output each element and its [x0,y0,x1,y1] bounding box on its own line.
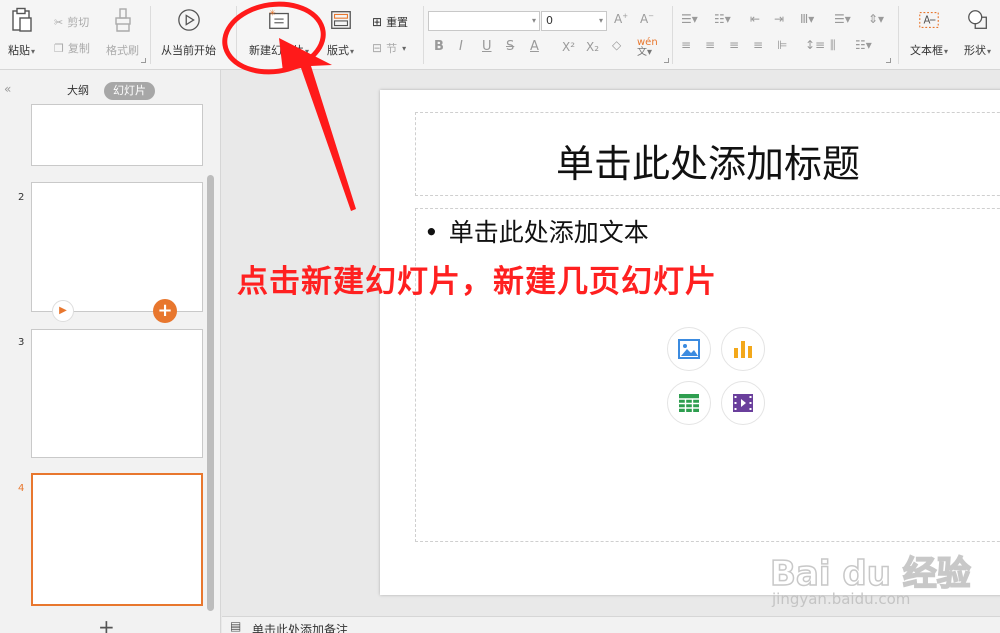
phonetic-icon[interactable]: wén 文▾ [637,38,658,58]
watermark-url: jingyan.baidu.com [772,590,911,608]
insert-video-button[interactable] [721,381,765,425]
video-icon [733,394,753,412]
shape-button[interactable]: 形状▾ [964,6,991,58]
chevron-down-icon: ▾ [402,43,407,53]
chevron-down-icon: ▾ [987,47,992,56]
notes-placeholder: 单击此处添加备注 [252,623,349,633]
section-icon: ⊟ [372,41,383,55]
paragraph-spacing-icon[interactable]: ↕≡ [805,38,825,52]
layout-icon [329,6,353,34]
insert-table-button[interactable] [667,381,711,425]
chevron-down-icon: ▾ [350,47,355,56]
dialog-launcher-icon[interactable] [886,58,891,63]
notes-bar[interactable]: ▤ 单击此处添加备注 [222,616,1000,633]
font-grow-icon[interactable]: A+ [614,12,628,26]
insert-chart-button[interactable] [721,327,765,371]
copy-button[interactable]: ❐ 复制 [54,40,90,56]
add-slide-icon[interactable]: + [153,299,177,323]
svg-text:A: A [923,16,930,27]
font-color-icon[interactable]: A [530,39,539,54]
font-shrink-icon[interactable]: A− [640,12,654,26]
section-button[interactable]: ⊟ 节 ▾ [372,40,406,56]
reset-button[interactable]: ⊞ 重置 [372,14,408,30]
dialog-launcher-icon[interactable] [664,58,669,63]
align-left-icon[interactable]: ≡ [681,38,691,52]
align-center-icon[interactable]: ≡ [705,38,715,52]
subscript-icon[interactable]: X₂ [586,40,599,54]
smart-art-icon[interactable]: ☷▾ [855,38,872,52]
slide-panel: « 大纲 幻灯片 2 ▶ + 3 4 + [0,70,221,633]
start-from-current-button[interactable]: 从当前开始 [161,6,216,58]
chevron-down-icon: ▾ [944,47,949,56]
text-box-icon: A [917,6,941,34]
bullet-list-icon[interactable]: ☰▾ [681,12,698,26]
tab-slides[interactable]: 幻灯片 [104,82,155,100]
slide-thumbnail-1[interactable] [31,104,203,166]
collapse-panel-icon[interactable]: « [4,82,11,96]
ribbon-toolbar: 粘贴▾ ✂ 剪切 ❐ 复制 格式刷 从当前开始 ✳ 新建幻灯片▾ 版式▾ ⊞ 重… [0,0,1000,70]
text-box-button[interactable]: A 文本框▾ [910,6,948,58]
bullet-icon: • [424,218,439,247]
watermark-logo: Bai du 经验 [769,553,971,595]
slide-canvas: 单击此处添加标题 • 单击此处添加文本 [380,90,1000,595]
font-family-select[interactable]: ▾ [428,11,540,31]
copy-icon: ❐ [54,41,64,55]
clipboard-icon [10,6,34,34]
format-painter-button[interactable]: 格式刷 [106,6,139,58]
separator [150,6,151,64]
play-slide-icon[interactable]: ▶ [52,300,74,322]
numbered-list-icon[interactable]: ☷▾ [714,12,731,26]
line-spacing-icon[interactable]: ☰▾ [834,12,851,26]
shape-icon [966,6,990,34]
annotation-text: 点击新建幻灯片，新建几页幻灯片 [237,264,717,300]
italic-icon[interactable]: I [459,39,463,54]
separator [672,6,673,64]
decrease-indent-icon[interactable]: ⇤ [750,12,760,26]
eraser-icon[interactable]: ◇ [612,38,621,52]
layout-button[interactable]: 版式▾ [327,6,354,58]
slide-thumbnail-2[interactable] [31,182,203,312]
text-direction-icon[interactable]: Ⅲ▾ [800,12,814,26]
notes-icon: ▤ [230,619,242,633]
paste-button[interactable]: 粘贴▾ [8,6,35,58]
bold-icon[interactable]: B [434,39,444,54]
distributed-icon[interactable]: ⊫ [777,38,787,52]
cut-button[interactable]: ✂ 剪切 [54,14,89,30]
superscript-icon[interactable]: X² [562,40,575,54]
reset-icon: ⊞ [372,15,383,29]
table-icon [679,394,699,412]
underline-icon[interactable]: U [482,39,492,54]
slide-thumbnail-3[interactable] [31,329,203,458]
justify-icon[interactable]: ≡ [753,38,763,52]
title-placeholder-text: 单击此处添加标题 [556,142,861,186]
slide-number: 4 [18,483,25,494]
separator [423,6,424,64]
tab-outline[interactable]: 大纲 [58,82,98,100]
add-slide-button[interactable]: + [98,615,115,633]
play-circle-icon [177,6,201,34]
separator [898,6,899,64]
insert-picture-button[interactable] [667,327,711,371]
align-right-icon[interactable]: ≡ [729,38,739,52]
title-placeholder[interactable]: 单击此处添加标题 [415,112,1000,196]
align-text-icon[interactable]: ⇕▾ [868,12,884,26]
picture-icon [678,339,700,359]
strikethrough-icon[interactable]: S [506,39,514,54]
baidu-watermark: Bai du 经验 jingyan.baidu.com [769,538,995,618]
font-size-select[interactable]: 0 ▾ [541,11,607,31]
slide-number: 2 [18,192,25,203]
dialog-launcher-icon[interactable] [141,58,146,63]
bar-chart-icon [734,341,752,358]
chevron-down-icon: ▾ [598,16,603,25]
increase-indent-icon[interactable]: ⇥ [774,12,784,26]
scissors-icon: ✂ [54,15,64,29]
chevron-down-icon: ▾ [531,16,536,25]
brush-icon [111,6,135,34]
panel-scrollbar[interactable] [207,175,214,611]
chevron-down-icon: ▾ [31,47,36,56]
columns-icon[interactable]: ⫼ [830,38,836,53]
slide-number: 3 [18,337,25,348]
body-placeholder-text: • 单击此处添加文本 [424,218,649,247]
slide-thumbnail-4[interactable] [31,473,203,606]
